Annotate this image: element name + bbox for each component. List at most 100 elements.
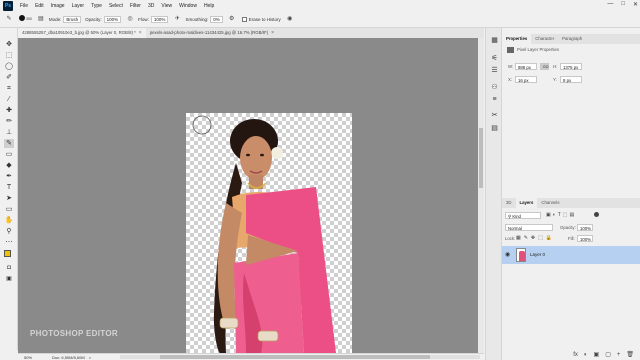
horizontal-scroll-thumb[interactable]: [160, 355, 430, 359]
close-window-button[interactable]: ✕: [633, 1, 638, 8]
zoom-level[interactable]: 50%: [24, 355, 32, 360]
doc-size-info[interactable]: Doc: 6,50M/5,60M: [52, 355, 85, 360]
tab-character[interactable]: Character: [531, 34, 558, 44]
pressure-opacity-icon[interactable]: ◎: [126, 15, 134, 23]
mode-select[interactable]: Brush: [63, 15, 82, 23]
foreground-color-swatch[interactable]: [3, 222, 11, 230]
path-selection-tool-icon[interactable]: ➤: [4, 194, 14, 203]
portrait-image: [192, 115, 336, 353]
lock-icons[interactable]: ▦✎✥⬚🔒: [516, 235, 555, 242]
clone-stamp-tool-icon[interactable]: ⊥: [4, 128, 14, 137]
eraser-preset-icon[interactable]: ✎: [5, 15, 13, 23]
eyedropper-tool-icon[interactable]: ⁄: [4, 95, 14, 104]
adjustment-layer-icon[interactable]: ◐: [584, 352, 588, 358]
right-panels: Properties Character Paragraph Pixel Lay…: [502, 28, 640, 360]
pen-tool-icon[interactable]: ✒: [4, 172, 14, 181]
x-field[interactable]: 16 px: [515, 76, 537, 83]
opacity-field[interactable]: 100%: [103, 15, 122, 23]
link-dimensions-button[interactable]: GO: [540, 63, 549, 70]
adjustments-panel-icon[interactable]: ⚟: [490, 54, 499, 63]
swatches-panel-icon[interactable]: ▤: [490, 124, 499, 133]
horizontal-scrollbar[interactable]: [120, 355, 480, 359]
canvas-area[interactable]: [18, 38, 484, 353]
move-tool-icon[interactable]: ✥: [4, 40, 14, 49]
menu-type[interactable]: Type: [91, 3, 102, 9]
menu-image[interactable]: Image: [51, 3, 65, 9]
maximize-button[interactable]: □: [621, 1, 625, 8]
menu-window[interactable]: Window: [179, 3, 197, 9]
minimize-button[interactable]: —: [607, 1, 613, 8]
filter-toggle-icon[interactable]: [594, 212, 599, 217]
tab-3d[interactable]: 3D: [502, 198, 516, 208]
libraries-panel-icon[interactable]: ≡: [490, 95, 499, 104]
status-menu-arrow-icon[interactable]: >: [89, 355, 91, 360]
height-field[interactable]: 1375 px: [560, 63, 582, 70]
fx-icon[interactable]: fx: [573, 352, 578, 358]
healing-brush-tool-icon[interactable]: ✚: [4, 106, 14, 115]
paths-panel-icon[interactable]: ⚇: [490, 83, 499, 92]
width-field[interactable]: 888 px: [515, 63, 537, 70]
blur-tool-icon[interactable]: ◆: [4, 161, 14, 170]
tools-panel: ✥ ⬚ ◯ ✐ ⌗ ⁄ ✚ ✏ ⊥ ✎ ▭ ◆ ✒ T ➤ ▭ ✋ ⚲ ⋯ ◘ …: [0, 28, 18, 350]
brush-tool-icon[interactable]: ✏: [4, 117, 14, 126]
menu-select[interactable]: Select: [109, 3, 123, 9]
new-layer-icon[interactable]: +: [617, 352, 621, 358]
quick-select-tool-icon[interactable]: ✐: [4, 73, 14, 82]
tab-paragraph[interactable]: Paragraph: [558, 34, 586, 44]
history-panel-icon[interactable]: ▦: [490, 36, 499, 45]
blend-mode-select[interactable]: Normal: [505, 224, 553, 231]
layer-filter-icons[interactable]: ▣◐T⬚▤: [546, 212, 576, 218]
brush-settings-panel-icon[interactable]: ☰: [490, 66, 499, 75]
tab-properties[interactable]: Properties: [502, 34, 532, 44]
quick-mask-icon[interactable]: ◘: [4, 264, 14, 273]
menu-edit[interactable]: Edit: [35, 3, 44, 9]
tab-close-icon[interactable]: ×: [271, 28, 274, 38]
pressure-size-icon[interactable]: ◉: [286, 15, 294, 23]
fill-field[interactable]: 100%: [577, 235, 593, 242]
menu-layer[interactable]: Layer: [72, 3, 85, 9]
tab-document-1[interactable]: 4288555257_dba10910e3_b.jpg @ 50% (Layer…: [18, 28, 146, 38]
smoothing-field[interactable]: 0%: [210, 15, 223, 23]
erase-to-history-checkbox[interactable]: [241, 16, 247, 22]
layer-thumbnail: [516, 248, 526, 262]
foreground-color-swatch[interactable]: [4, 250, 11, 257]
layer-opacity-field[interactable]: 100%: [577, 224, 593, 231]
layer-filter-select[interactable]: ⚲ Kind: [505, 212, 541, 219]
crop-tool-icon[interactable]: ⌗: [4, 84, 14, 93]
airbrush-icon[interactable]: ✈: [173, 15, 181, 23]
y-field[interactable]: 8 px: [560, 76, 582, 83]
rectangle-tool-icon[interactable]: ▭: [4, 205, 14, 214]
flow-field[interactable]: 100%: [150, 15, 169, 23]
tab-close-icon[interactable]: ×: [139, 28, 142, 38]
layer-name[interactable]: Layer 0: [530, 252, 545, 257]
gradient-tool-icon[interactable]: ▭: [4, 150, 14, 159]
brush-settings-icon[interactable]: ▤: [37, 15, 45, 23]
mask-icon[interactable]: ▣: [594, 351, 600, 358]
trash-icon[interactable]: 🗑: [626, 351, 634, 358]
menu-help[interactable]: Help: [204, 3, 214, 9]
visibility-eye-icon[interactable]: ◉: [505, 251, 510, 258]
menu-view[interactable]: View: [161, 3, 172, 9]
layers-bottom-toolbar: fx ◐ ▣ ▢ + 🗑: [502, 349, 640, 360]
document-canvas[interactable]: [186, 113, 352, 353]
menu-file[interactable]: File: [20, 3, 28, 9]
eraser-tool-icon[interactable]: ✎: [4, 139, 14, 148]
mode-label: Mode:: [48, 16, 62, 22]
menu-filter[interactable]: Filter: [130, 3, 141, 9]
artboard-tool-icon[interactable]: ⬚: [4, 51, 14, 60]
lasso-tool-icon[interactable]: ◯: [4, 62, 14, 71]
menu-3d[interactable]: 3D: [148, 3, 154, 9]
group-folder-icon[interactable]: ▢: [605, 351, 611, 358]
tab-layers[interactable]: Layers: [515, 198, 538, 208]
type-tool-icon[interactable]: T: [4, 183, 14, 192]
smoothing-options-gear-icon[interactable]: ⚙: [228, 15, 236, 23]
screen-mode-icon[interactable]: ▣: [4, 275, 14, 284]
tab-channels[interactable]: Channels: [537, 198, 563, 208]
brush-preview-icon[interactable]: [18, 15, 26, 23]
vertical-scrollbar[interactable]: [478, 38, 484, 353]
tab-document-2[interactable]: pexels-asad-photo-maldives-11434425.jpg …: [146, 28, 278, 38]
tools-panel-icon[interactable]: ✂: [490, 111, 499, 120]
layer-row[interactable]: ◉ Layer 0: [502, 246, 640, 264]
more-tools-icon[interactable]: ⋯: [4, 238, 14, 247]
vertical-scroll-thumb[interactable]: [479, 128, 483, 188]
